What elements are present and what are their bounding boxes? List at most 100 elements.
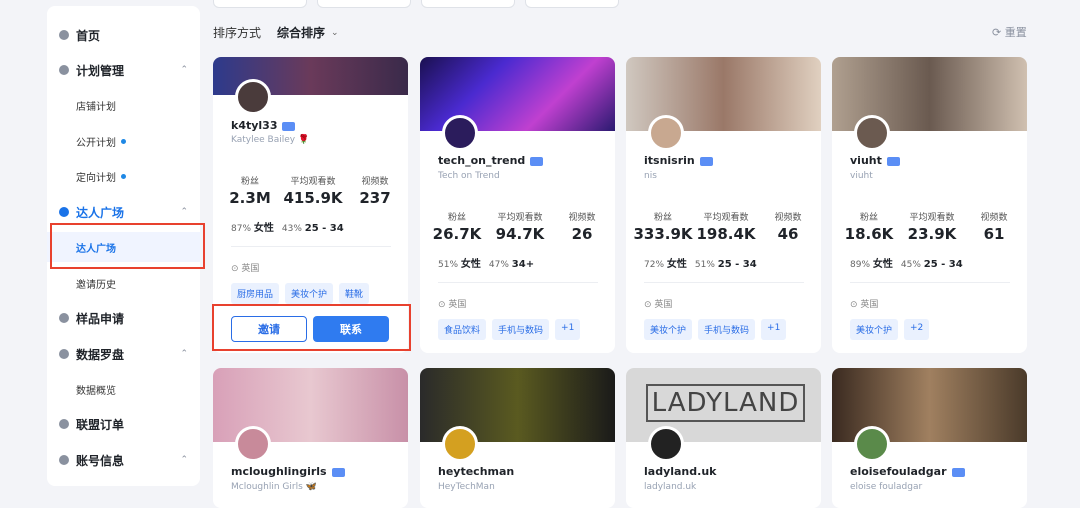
highlight-box — [212, 304, 411, 351]
videos-count: 237 — [359, 189, 391, 207]
creator-card[interactable]: viuht viuht 粉丝 平均观看数 视频数 18.6K 23.9K 61 … — [832, 57, 1027, 353]
username: k4tyl33 — [231, 119, 278, 132]
notification-dot — [121, 173, 126, 179]
videos-count: 46 — [777, 225, 799, 243]
location-pin-icon: ⊙ — [644, 300, 652, 310]
username: heytechman — [438, 465, 515, 478]
nickname: Tech on Trend — [438, 171, 500, 181]
creator-card[interactable]: heytechman HeyTechMan — [420, 368, 615, 508]
creator-card[interactable]: LADYLAND ladyland.uk ladyland.uk — [626, 368, 821, 508]
verified-badge-icon — [699, 156, 713, 166]
audience-demographics: 72% 女性 51% 25 - 34 — [644, 259, 757, 270]
verified-badge-icon — [951, 467, 965, 477]
avatar — [648, 426, 684, 462]
category-tag-more[interactable]: +1 — [761, 319, 787, 340]
avatar — [235, 79, 271, 115]
avg-views-label: 平均观看数 — [909, 213, 955, 223]
nickname: nis — [644, 171, 657, 181]
category-tag-more[interactable]: +1 — [555, 319, 581, 340]
sidebar-item-data-overview[interactable]: 数据概览 — [47, 374, 200, 404]
videos-label: 视频数 — [980, 213, 1008, 223]
username: ladyland.uk — [644, 465, 717, 478]
filter-chip[interactable] — [421, 0, 515, 8]
filter-chip[interactable] — [213, 0, 307, 8]
category-tag: 美妆个护 — [850, 319, 899, 340]
cover-logo-text: LADYLAND — [646, 384, 805, 422]
avg-views-count: 94.7K — [495, 225, 545, 243]
nickname: ladyland.uk — [644, 482, 697, 492]
nickname: viuht — [850, 171, 873, 181]
plan-icon — [59, 65, 69, 75]
sort-select[interactable]: 综合排序 — [277, 24, 325, 41]
creator-card[interactable]: tech_on_trend Tech on Trend 粉丝 平均观看数 视频数… — [420, 57, 615, 353]
avg-views-label: 平均观看数 — [703, 213, 749, 223]
divider — [644, 282, 804, 283]
category-tag: 手机与数码 — [698, 319, 756, 340]
sidebar-item-home[interactable]: 首页 — [47, 20, 200, 50]
creator-card[interactable]: mcloughlingirls Mcloughlin Girls 🦋 — [213, 368, 408, 508]
location: ⊙ 英国 — [231, 264, 260, 274]
sidebar-item-sample-request[interactable]: 样品申请 — [47, 303, 200, 333]
divider — [438, 282, 598, 283]
nickname: HeyTechMan — [438, 482, 495, 492]
chevron-down-icon[interactable]: ⌄ — [331, 28, 339, 38]
username: eloisefouladgar — [850, 465, 947, 478]
reset-button[interactable]: ⟳ 重置 — [992, 24, 1027, 40]
category-tag-more[interactable]: +2 — [904, 319, 930, 340]
avatar — [648, 115, 684, 151]
chevron-up-icon: ⌃ — [180, 65, 188, 75]
followers-count: 18.6K — [844, 225, 894, 243]
avg-views-count: 415.9K — [283, 189, 343, 207]
creator-icon — [59, 207, 69, 217]
username: tech_on_trend — [438, 154, 526, 167]
order-icon — [59, 419, 69, 429]
sidebar-item-public-plan[interactable]: 公开计划 — [47, 126, 200, 156]
category-tags: 食品饮料 手机与数码 +1 — [438, 319, 581, 340]
avg-views-count: 198.4K — [696, 225, 756, 243]
sidebar-item-account-info[interactable]: 账号信息 ⌃ — [47, 445, 200, 475]
notification-dot — [121, 138, 126, 144]
audience-demographics: 89% 女性 45% 25 - 34 — [850, 259, 963, 270]
avatar — [854, 426, 890, 462]
account-icon — [59, 455, 69, 465]
followers-label: 粉丝 — [653, 213, 672, 223]
sidebar-item-targeted-plan[interactable]: 定向计划 — [47, 161, 200, 191]
category-tag: 鞋靴 — [339, 283, 370, 304]
sidebar-item-plan-management[interactable]: 计划管理 ⌃ — [47, 55, 200, 85]
creator-card[interactable]: eloisefouladgar eloise fouladgar — [832, 368, 1027, 508]
videos-count: 61 — [983, 225, 1005, 243]
avatar — [854, 115, 890, 151]
avatar — [235, 426, 271, 462]
location: ⊙ 英国 — [644, 300, 673, 310]
audience-demographics: 51% 女性 47% 34+ — [438, 259, 535, 270]
location: ⊙ 英国 — [850, 300, 879, 310]
divider — [850, 282, 1010, 283]
filter-chip[interactable] — [317, 0, 411, 8]
videos-label: 视频数 — [774, 213, 802, 223]
location-pin-icon: ⊙ — [231, 264, 239, 274]
videos-count: 26 — [571, 225, 593, 243]
videos-label: 视频数 — [361, 177, 389, 187]
chevron-up-icon: ⌃ — [180, 455, 188, 465]
creator-card[interactable]: itsnisrin nis 粉丝 平均观看数 视频数 333.9K 198.4K… — [626, 57, 821, 353]
username: viuht — [850, 154, 882, 167]
audience-demographics: 87% 女性 43% 25 - 34 — [231, 223, 344, 234]
sidebar-item-data-compass[interactable]: 数据罗盘 ⌃ — [47, 339, 200, 369]
verified-badge-icon — [282, 121, 296, 131]
category-tags: 美妆个护 手机与数码 +1 — [644, 319, 787, 340]
divider — [231, 246, 391, 247]
filter-chip[interactable] — [525, 0, 619, 8]
nickname: eloise fouladgar — [850, 482, 923, 492]
username: mcloughlingirls — [231, 465, 327, 478]
category-tag: 厨房用品 — [231, 283, 280, 304]
filter-chip-row — [213, 0, 619, 8]
username: itsnisrin — [644, 154, 695, 167]
followers-count: 333.9K — [633, 225, 693, 243]
sidebar-item-affiliate-orders[interactable]: 联盟订单 — [47, 409, 200, 439]
home-icon — [59, 30, 69, 40]
videos-label: 视频数 — [568, 213, 596, 223]
chevron-up-icon: ⌃ — [180, 349, 188, 359]
sidebar-item-invite-history[interactable]: 邀请历史 — [47, 268, 200, 298]
sidebar-item-store-plan[interactable]: 店铺计划 — [47, 90, 200, 120]
category-tag: 手机与数码 — [492, 319, 550, 340]
